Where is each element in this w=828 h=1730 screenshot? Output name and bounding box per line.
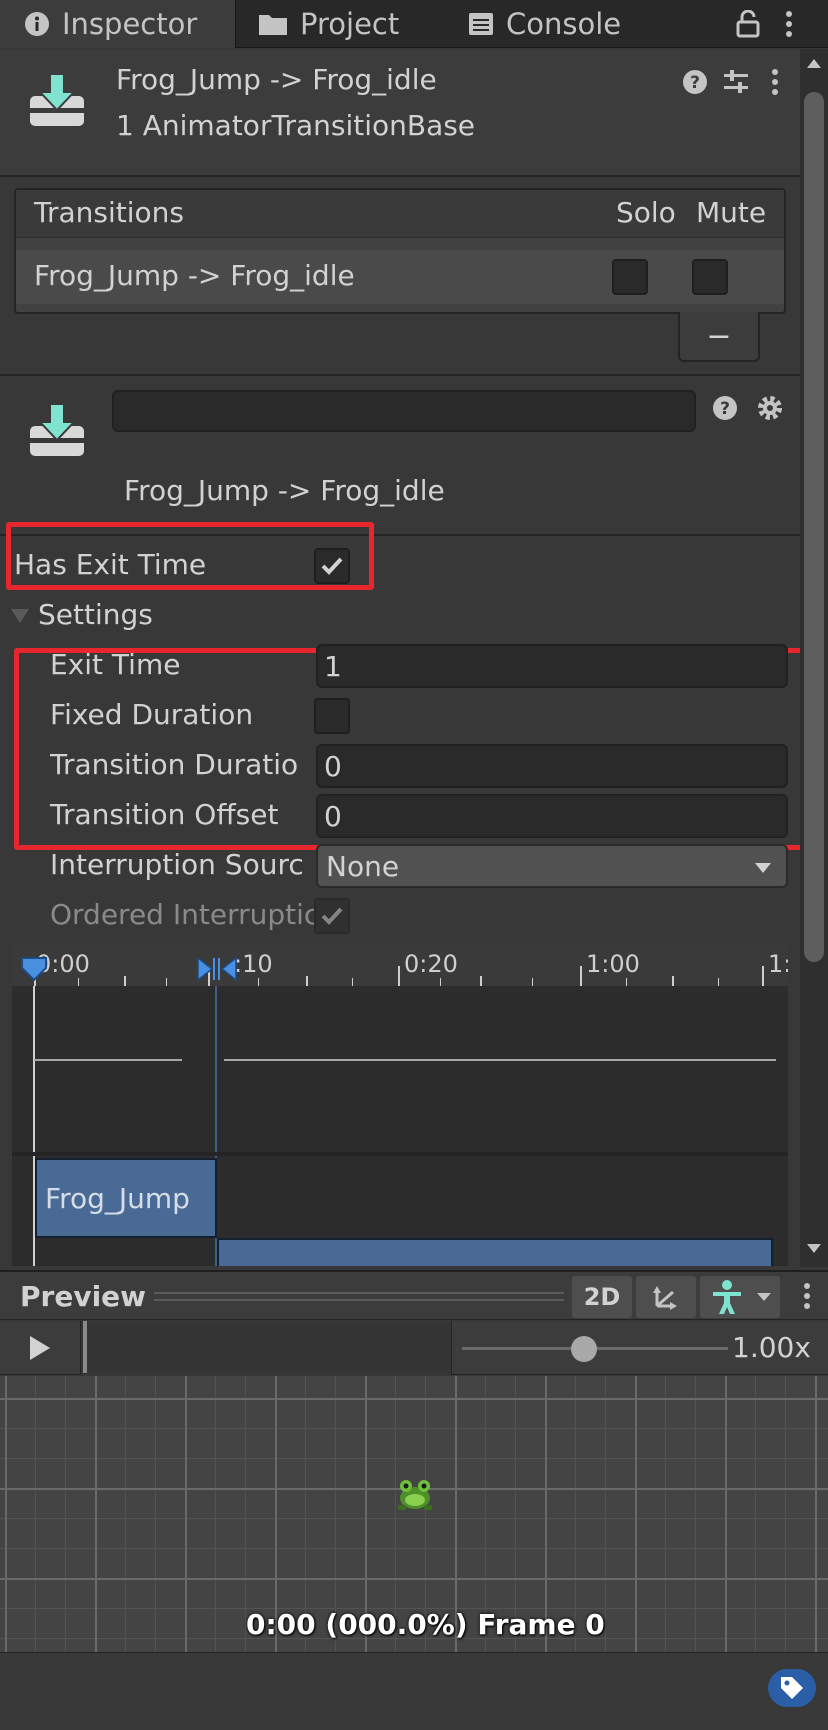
- preview-viewport[interactable]: 0:00 (000.0%) Frame 0: [0, 1376, 828, 1652]
- presets-icon[interactable]: [722, 68, 750, 100]
- tab-console[interactable]: Console: [468, 0, 638, 48]
- play-icon[interactable]: [28, 1335, 52, 1365]
- gear-icon[interactable]: [756, 394, 784, 426]
- tab-inspector[interactable]: Inspector: [0, 0, 236, 48]
- svg-text:?: ?: [720, 399, 730, 419]
- context-menu-icon[interactable]: [770, 68, 780, 100]
- tab-project[interactable]: Project: [258, 0, 428, 48]
- solo-checkbox[interactable]: [612, 259, 648, 295]
- transition-caption: Frog_Jump -> Frog_idle: [124, 474, 445, 507]
- remove-transition-button[interactable]: −: [678, 312, 760, 362]
- interruption-source-dropdown[interactable]: None: [316, 844, 788, 888]
- preview-drag-handle[interactable]: [154, 1292, 564, 1294]
- ordered-interruption-label: Ordered Interruptic: [50, 898, 314, 931]
- help-icon[interactable]: ?: [712, 395, 738, 425]
- interruption-source-value: None: [326, 849, 400, 883]
- tab-bar: Inspector Project Console: [0, 0, 828, 48]
- tab-label: Console: [506, 7, 622, 41]
- 2d-label: 2D: [583, 1283, 621, 1311]
- destination-weight-curve: [224, 1059, 776, 1061]
- ordered-interruption-checkbox: [314, 898, 350, 934]
- preview-time-cursor: [83, 1321, 87, 1373]
- foldout-triangle-icon[interactable]: [10, 606, 30, 630]
- settings-foldout-label[interactable]: Settings: [38, 598, 153, 631]
- pivot-icon: [653, 1286, 677, 1310]
- transitions-heading: Transitions: [34, 196, 184, 229]
- exit-time-label: Exit Time: [50, 648, 181, 681]
- speed-value: 1.00x: [732, 1331, 811, 1364]
- transition-name-input[interactable]: [112, 390, 696, 432]
- transitions-list: Transitions Solo Mute Frog_Jump -> Frog_…: [14, 188, 786, 314]
- avatar-dropdown-button[interactable]: [700, 1276, 780, 1318]
- tab-label: Inspector: [62, 7, 198, 41]
- solo-column-label: Solo: [616, 196, 676, 229]
- tick-label: :10: [234, 950, 273, 978]
- tick-label: 1:00: [586, 950, 640, 978]
- transition-detail-icon: [30, 403, 84, 462]
- help-icon[interactable]: ?: [682, 69, 708, 99]
- preview-header: Preview 2D: [0, 1270, 828, 1320]
- playhead-marker-icon[interactable]: [20, 956, 48, 986]
- speed-slider-knob[interactable]: [571, 1336, 598, 1362]
- speed-slider[interactable]: [462, 1336, 728, 1362]
- remove-label: −: [706, 318, 732, 354]
- header-title: Frog_Jump -> Frog_idle: [116, 63, 437, 96]
- console-icon: [468, 11, 494, 37]
- transition-row-name: Frog_Jump -> Frog_idle: [34, 259, 355, 292]
- transitions-list-header: Transitions Solo Mute: [16, 190, 784, 238]
- transition-timeline[interactable]: 0:00 :10 0:20 1:00 1: Frog_Jump: [12, 944, 788, 1266]
- fixed-duration-label: Fixed Duration: [50, 698, 254, 731]
- 2d-toggle-button[interactable]: 2D: [572, 1276, 632, 1318]
- header-subtitle: 1 AnimatorTransitionBase: [116, 109, 476, 142]
- source-clip-label: Frog_Jump: [45, 1181, 190, 1215]
- asset-labels-button[interactable]: [768, 1669, 816, 1707]
- pivot-toggle-button[interactable]: [636, 1276, 696, 1318]
- scroll-down-icon[interactable]: [806, 1240, 822, 1259]
- tag-icon: [781, 1677, 803, 1699]
- transition-range-marker-icon[interactable]: [196, 956, 238, 986]
- section-divider: [0, 374, 800, 376]
- track-divider: [12, 1152, 788, 1156]
- mute-checkbox[interactable]: [692, 259, 728, 295]
- has-exit-time-label: Has Exit Time: [14, 548, 207, 581]
- tick-label: 1:: [768, 950, 788, 978]
- preview-frame-info: 0:00 (000.0%) Frame 0: [246, 1608, 605, 1641]
- mute-column-label: Mute: [696, 196, 767, 229]
- source-weight-curve: [34, 1059, 182, 1061]
- transition-offset-field[interactable]: 0: [316, 794, 788, 838]
- timeline-ruler: 0:00 :10 0:20 1:00 1:: [12, 944, 788, 986]
- folder-icon: [258, 12, 288, 36]
- chevron-down-icon: [757, 1293, 771, 1301]
- preview-menu-icon[interactable]: [802, 1282, 812, 1314]
- destination-clip[interactable]: [217, 1238, 773, 1266]
- exit-time-field[interactable]: 1: [316, 644, 788, 688]
- frog-sprite: [396, 1478, 434, 1516]
- svg-text:?: ?: [690, 73, 700, 93]
- preview-time-scrubber[interactable]: [80, 1321, 452, 1375]
- transition-duration-field[interactable]: 0: [316, 744, 788, 788]
- transition-row[interactable]: Frog_Jump -> Frog_idle: [16, 250, 784, 304]
- transition-icon: [30, 73, 84, 132]
- info-icon: [24, 11, 50, 37]
- source-clip[interactable]: Frog_Jump: [35, 1158, 217, 1238]
- inspector-footer: [0, 1652, 828, 1730]
- transition-duration-label: Transition Duratio: [50, 748, 299, 781]
- fixed-duration-checkbox[interactable]: [314, 698, 350, 734]
- tick-label: 0:20: [404, 950, 458, 978]
- check-icon: [321, 907, 343, 925]
- check-icon: [321, 557, 343, 575]
- scrollbar-thumb[interactable]: [804, 92, 824, 962]
- preview-title: Preview: [20, 1280, 147, 1313]
- preview-playback-bar: 1.00x: [0, 1321, 828, 1375]
- interruption-source-label: Interruption Sourc: [50, 848, 304, 881]
- tab-label: Project: [300, 7, 400, 41]
- lock-icon[interactable]: [736, 9, 760, 42]
- chevron-down-icon: [755, 863, 771, 873]
- has-exit-time-checkbox[interactable]: [314, 548, 350, 584]
- tab-menu-icon[interactable]: [784, 10, 794, 42]
- avatar-body-icon: [713, 1280, 741, 1314]
- transition-offset-label: Transition Offset: [50, 798, 279, 831]
- scroll-up-icon[interactable]: [806, 54, 822, 73]
- inspector-header: Frog_Jump -> Frog_idle 1 AnimatorTransit…: [0, 49, 800, 177]
